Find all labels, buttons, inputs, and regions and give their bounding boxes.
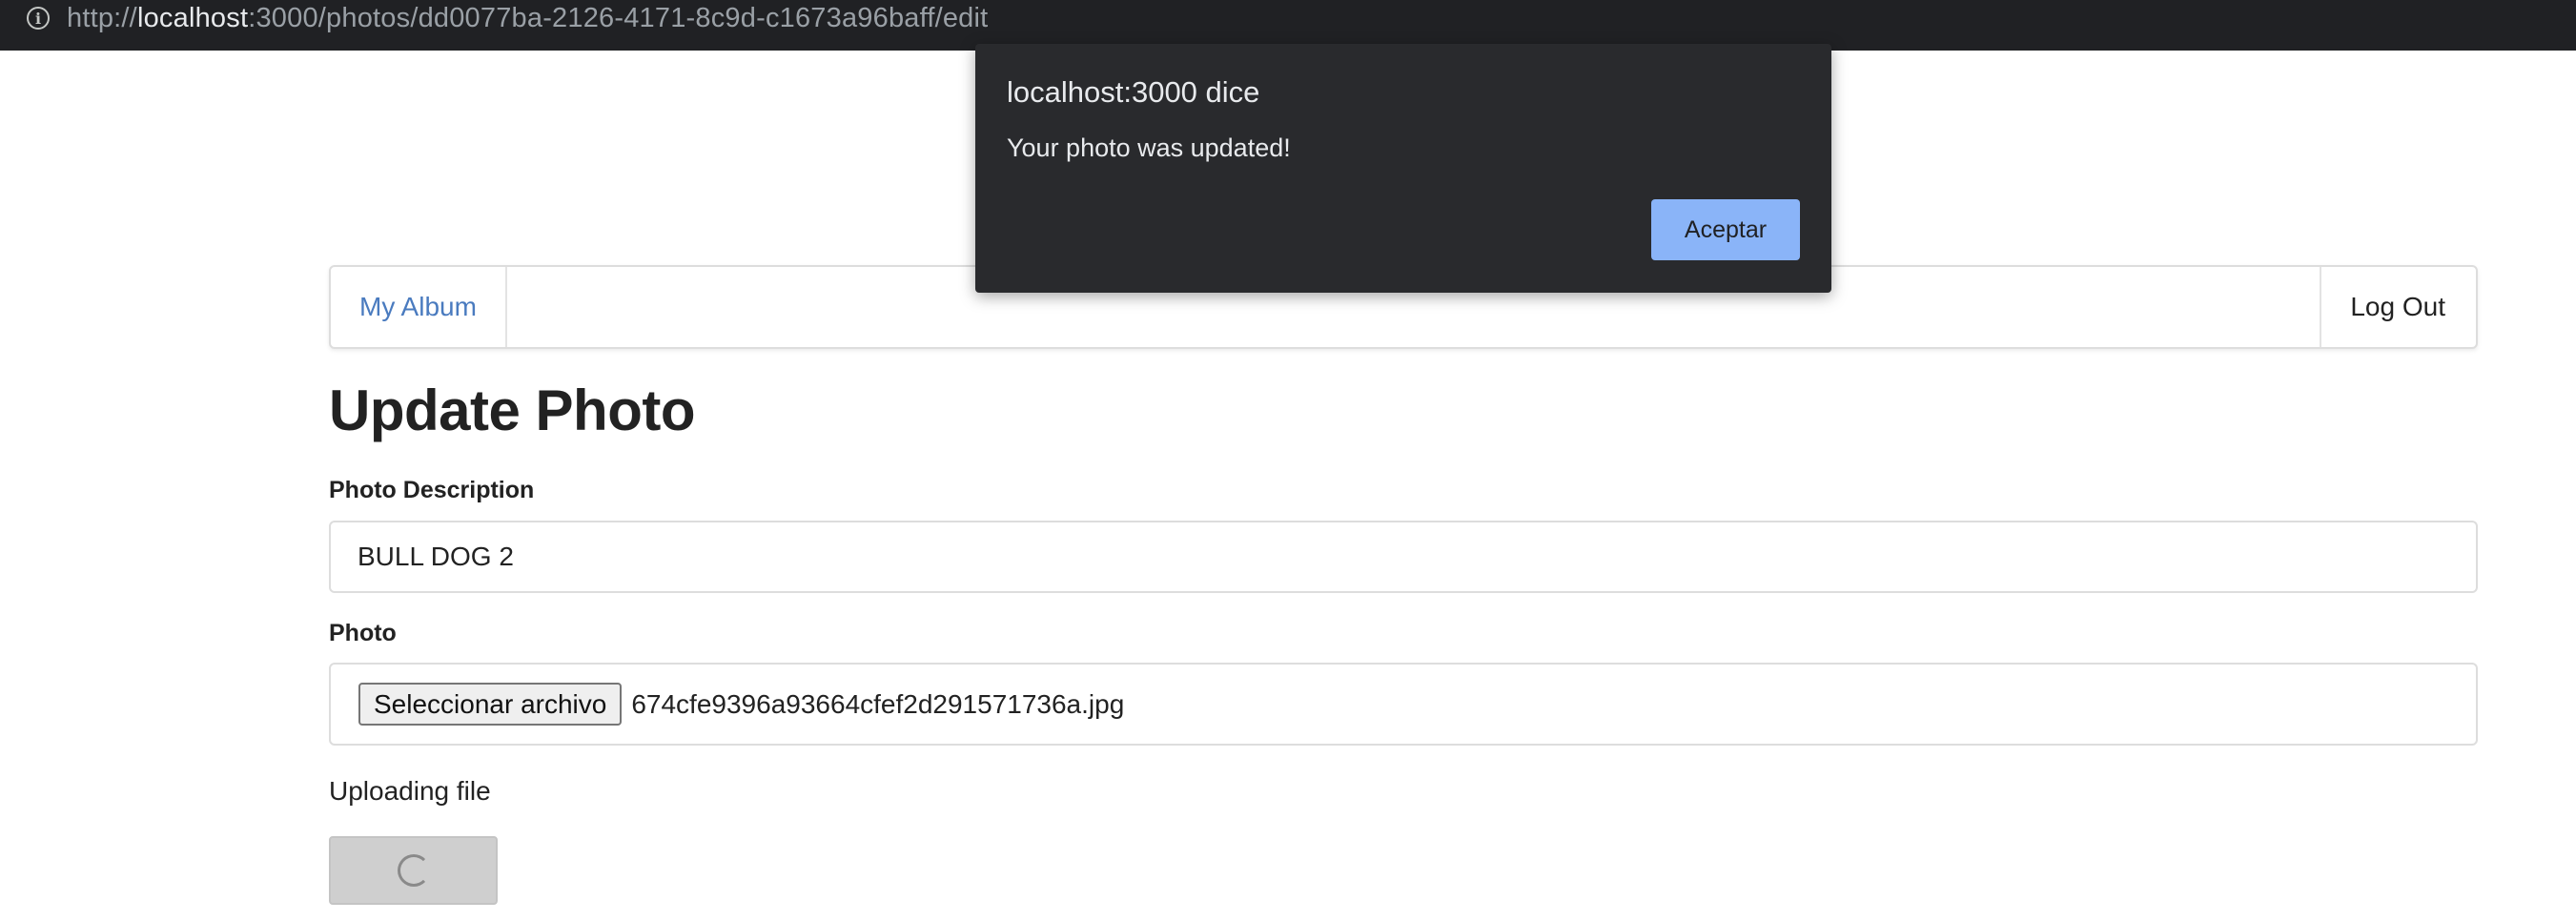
page-title: Update Photo: [329, 379, 695, 442]
file-input: Seleccionar archivo 674cfe9396a93664cfef…: [329, 663, 2478, 746]
selected-file-name: 674cfe9396a93664cfef2d291571736a.jpg: [631, 688, 1125, 719]
url-prefix: http://: [67, 2, 137, 33]
choose-file-button[interactable]: Seleccionar archivo: [358, 683, 623, 726]
url-path: :3000/photos/dd0077ba-2126-4171-8c9d-c16…: [248, 2, 989, 33]
photo-label: Photo: [329, 620, 397, 646]
alert-title: localhost:3000 dice: [1007, 75, 1260, 109]
info-icon[interactable]: i: [27, 7, 50, 30]
description-input[interactable]: [329, 521, 2478, 593]
alert-message: Your photo was updated!: [1007, 133, 1291, 162]
uploading-status: Uploading file: [329, 776, 491, 806]
url-text[interactable]: http://localhost:3000/photos/dd0077ba-21…: [67, 3, 988, 34]
description-label: Photo Description: [329, 477, 535, 503]
spinner-icon: [397, 854, 430, 887]
alert-dialog: localhost:3000 dice Your photo was updat…: [975, 44, 1831, 293]
url-host: localhost: [136, 2, 249, 33]
my-album-link[interactable]: My Album: [331, 267, 507, 347]
address-bar[interactable]: i http://localhost:3000/photos/dd0077ba-…: [27, 0, 988, 36]
submit-button-loading: [329, 836, 498, 905]
alert-ok-button[interactable]: Aceptar: [1651, 199, 1800, 260]
logout-link[interactable]: Log Out: [2320, 267, 2476, 347]
